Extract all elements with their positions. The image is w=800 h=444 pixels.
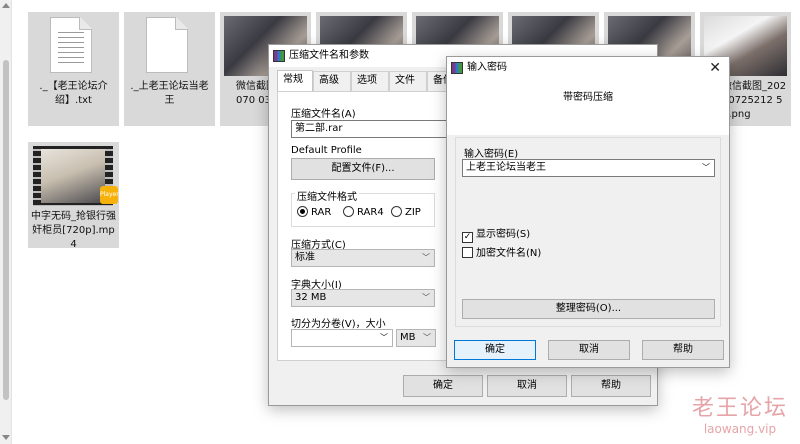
- archive-name-input[interactable]: 第二部.rar: [291, 120, 451, 138]
- dialog-subtitle: 带密码压缩: [563, 92, 613, 103]
- scroll-up-arrow-icon[interactable]: [2, 3, 10, 8]
- scroll-down-arrow-icon[interactable]: [2, 435, 10, 440]
- file-tile-blank-doc[interactable]: ._上老王论坛当老王: [124, 12, 215, 126]
- format-zip-radio[interactable]: ZIP: [391, 206, 421, 219]
- player-badge-icon: Player: [100, 186, 119, 204]
- video-thumbnail: Player: [33, 146, 119, 206]
- checkmark-icon: ✓: [462, 232, 473, 243]
- chevron-down-icon: ﹀: [422, 253, 430, 262]
- split-volume-label: 切分为分卷(V)，大小: [291, 319, 386, 330]
- archive-name-label: 压缩文件名(A): [291, 109, 356, 120]
- password-dialog-titlebar[interactable]: 输入密码 ✕: [447, 57, 729, 79]
- profile-label: Default Profile: [291, 145, 362, 156]
- watermark-title: 老王论坛: [691, 396, 788, 421]
- chevron-down-icon: ﹀: [380, 333, 388, 342]
- file-name: ._上老王论坛当老王: [130, 81, 209, 106]
- show-password-checkbox[interactable]: ✓ 显示密码(S): [462, 229, 530, 243]
- split-volume-input[interactable]: ﹀: [291, 329, 393, 347]
- file-name: 中字无码_抢银行强奸柜员[720p].mp4: [31, 211, 116, 250]
- password-ok-button[interactable]: 确定: [454, 340, 536, 360]
- site-watermark: 老王论坛 laowang.vip: [692, 390, 788, 436]
- tab-options[interactable]: 选项: [351, 71, 389, 91]
- watermark-url: laowang.vip: [703, 422, 777, 436]
- dialog-title: 压缩文件名和参数: [289, 50, 369, 61]
- format-rar4-radio[interactable]: RAR4: [343, 206, 384, 219]
- blank-document-icon: [146, 17, 188, 73]
- chevron-down-icon: ﹀: [423, 333, 431, 342]
- winrar-icon: [451, 62, 463, 74]
- password-dialog: 输入密码 ✕ 带密码压缩 输入密码(E) 上老王论坛当老王 ﹀ ✓ 显示密码(S) …: [446, 56, 730, 368]
- profile-button[interactable]: 配置文件(F)...: [291, 158, 435, 180]
- password-input[interactable]: 上老王论坛当老王 ﹀: [462, 159, 715, 177]
- file-tile-txt-intro[interactable]: ._【老王论坛介绍】.txt: [28, 12, 119, 126]
- password-cancel-button[interactable]: 取消: [548, 340, 630, 360]
- compress-help-button[interactable]: 帮助: [571, 375, 651, 397]
- split-unit-select[interactable]: MB ﹀: [396, 329, 436, 347]
- chevron-down-icon: ﹀: [702, 163, 710, 172]
- format-rar-radio[interactable]: RAR: [297, 206, 331, 219]
- password-help-button[interactable]: 帮助: [642, 340, 724, 360]
- chevron-down-icon: ﹀: [422, 293, 430, 302]
- scrollbar-thumb[interactable]: [3, 60, 9, 400]
- close-icon[interactable]: ✕: [709, 57, 721, 79]
- compress-cancel-button[interactable]: 取消: [487, 375, 567, 397]
- dialog-title: 输入密码: [467, 62, 507, 73]
- file-tile-video[interactable]: Player 中字无码_抢银行强奸柜员[720p].mp4: [28, 142, 119, 250]
- encrypt-filenames-checkbox[interactable]: 加密文件名(N): [462, 247, 541, 260]
- dict-size-select[interactable]: 32 MB ﹀: [291, 289, 435, 307]
- text-document-icon: [50, 17, 92, 73]
- organize-passwords-button[interactable]: 整理密码(O)...: [462, 299, 715, 319]
- tab-files[interactable]: 文件: [389, 71, 427, 91]
- format-group-label: 压缩文件格式: [295, 188, 359, 203]
- tab-general[interactable]: 常规: [277, 70, 313, 92]
- winrar-icon: [273, 50, 285, 62]
- file-name: ._【老王论坛介绍】.txt: [39, 81, 108, 106]
- method-select[interactable]: 标准 ﹀: [291, 249, 435, 267]
- compress-ok-button[interactable]: 确定: [403, 375, 483, 397]
- tab-advanced[interactable]: 高级: [313, 71, 351, 91]
- password-label: 输入密码(E): [464, 149, 519, 160]
- vertical-scrollbar[interactable]: [0, 0, 12, 444]
